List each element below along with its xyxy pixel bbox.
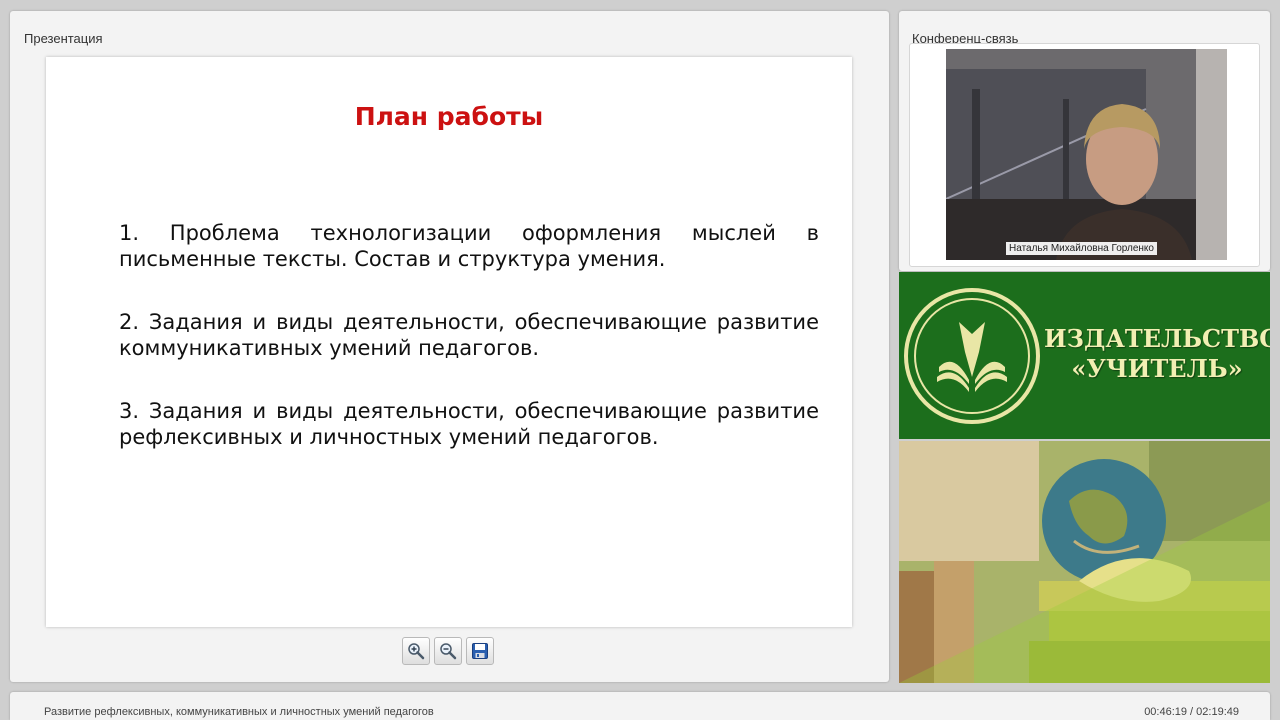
publisher-name-line2: «УЧИТЕЛЬ» (1071, 354, 1243, 383)
video-image (946, 49, 1227, 260)
publisher-banner: ИЗДАТЕЛЬСТВО «УЧИТЕЛЬ» (899, 272, 1270, 439)
zoom-in-icon (408, 643, 425, 660)
slide-item-1: 1. Проблема технологизации оформления мы… (119, 221, 819, 271)
webinar-app: Презентация План работы 1. Проблема техн… (0, 0, 1280, 720)
webinar-title: Развитие рефлексивных, коммуникативных и… (44, 706, 434, 718)
save-icon (472, 643, 488, 659)
books-globe-picture (899, 441, 1270, 683)
zoom-out-button[interactable] (434, 637, 462, 665)
status-bar: Развитие рефлексивных, коммуникативных и… (10, 692, 1270, 720)
slide: План работы 1. Проблема технологизации о… (46, 57, 852, 627)
presentation-panel: Презентация План работы 1. Проблема техн… (10, 11, 889, 682)
slide-toolbar (402, 637, 494, 665)
slide-title: План работы (354, 102, 544, 131)
save-button[interactable] (466, 637, 494, 665)
playback-time: 00:46:19 / 02:19:49 (1144, 706, 1239, 718)
conference-panel: Конференц-связь Наталья Михайловна Горле… (899, 11, 1270, 271)
slide-item-2: 2. Задания и виды деятельности, обеспечи… (119, 310, 819, 360)
zoom-in-button[interactable] (402, 637, 430, 665)
zoom-out-icon (440, 643, 457, 660)
participant-name-label: Наталья Михайловна Горленко (1006, 242, 1157, 255)
books-globe-image (899, 441, 1270, 683)
publisher-name: ИЗДАТЕЛЬСТВО «УЧИТЕЛЬ» (1044, 324, 1270, 384)
presentation-panel-title: Презентация (24, 31, 103, 46)
participant-video[interactable]: Наталья Михайловна Горленко (946, 49, 1227, 260)
publisher-name-line1: ИЗДАТЕЛЬСТВО (1044, 324, 1270, 353)
video-frame: Наталья Михайловна Горленко (909, 43, 1260, 267)
slide-item-3: 3. Задания и виды деятельности, обеспечи… (119, 399, 819, 449)
